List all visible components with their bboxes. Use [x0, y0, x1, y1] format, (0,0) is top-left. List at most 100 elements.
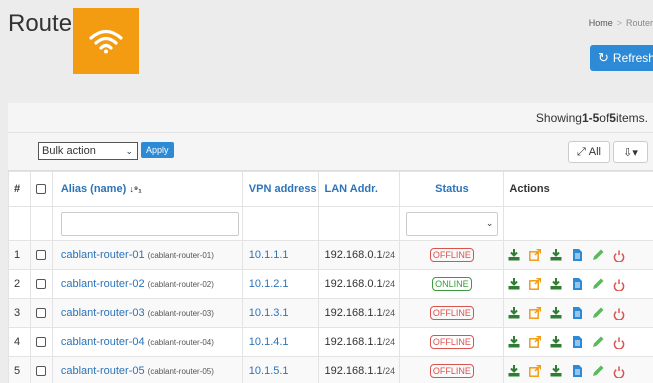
download-icon[interactable] [550, 336, 562, 348]
column-vpn-label[interactable]: VPN address [249, 183, 317, 195]
column-lan[interactable]: LAN Addr. [317, 171, 401, 207]
lan-address: 192.168.1.1 [324, 365, 383, 377]
status-cell: OFFLINE [399, 298, 505, 328]
router-alias-link[interactable]: cablant-router-05 [61, 365, 145, 377]
vpn-address-link[interactable]: 10.1.3.1 [249, 307, 289, 319]
actions-cell [503, 240, 653, 270]
edit-icon[interactable] [592, 365, 604, 377]
chevron-down-icon: ⌄ [485, 217, 494, 228]
lan-mask: /24 [382, 308, 396, 318]
row-checkbox[interactable] [35, 279, 46, 290]
status-badge: OFFLINE [429, 306, 474, 320]
export-button[interactable]: ⇩▾ [613, 141, 648, 163]
row-checkbox[interactable] [35, 308, 46, 319]
external-link-icon[interactable] [529, 278, 542, 290]
router-name: (cablant-router-03) [147, 309, 214, 318]
download-icon[interactable] [550, 249, 562, 261]
table-row: 1 cablant-router-01 (cablant-router-01) … [8, 240, 653, 270]
column-lan-label[interactable]: LAN Addr. [325, 183, 378, 195]
power-icon[interactable] [613, 307, 625, 320]
download-config-icon[interactable] [508, 307, 520, 319]
vpn-cell: 10.1.5.1 [241, 356, 319, 383]
vpn-address-link[interactable]: 10.1.1.1 [249, 249, 289, 261]
row-num: 4 [8, 327, 31, 357]
download-icon[interactable] [550, 307, 562, 319]
summary-total: 5 [609, 110, 616, 125]
power-icon[interactable] [613, 336, 625, 349]
summary-bar: Showing 1-5 of 5 items. [8, 103, 653, 133]
lan-address: 192.168.1.1 [324, 336, 383, 348]
router-alias-link[interactable]: cablant-router-02 [61, 278, 145, 290]
filter-cell [8, 206, 31, 241]
column-status[interactable]: Status [399, 171, 505, 207]
download-config-icon[interactable] [508, 336, 520, 348]
router-alias-link[interactable]: cablant-router-03 [61, 307, 145, 319]
router-alias-link[interactable]: cablant-router-01 [61, 249, 145, 261]
expand-icon: ⤢ [576, 145, 586, 158]
status-badge: OFFLINE [429, 364, 474, 378]
chevron-down-icon: ⌄ [125, 145, 133, 156]
vpn-cell: 10.1.2.1 [241, 269, 319, 299]
row-num: 3 [8, 298, 31, 328]
download-config-icon[interactable] [508, 365, 520, 377]
status-filter-select[interactable]: ⌄ [406, 211, 499, 236]
download-icon[interactable] [550, 365, 562, 377]
download-icon[interactable] [550, 278, 562, 290]
breadcrumb: Home > Router [589, 18, 653, 28]
breadcrumb-current: Router [625, 18, 653, 28]
external-link-icon[interactable] [529, 365, 542, 377]
power-icon[interactable] [613, 249, 625, 262]
column-vpn[interactable]: VPN address [241, 171, 319, 207]
external-link-icon[interactable] [529, 336, 542, 348]
download-config-icon[interactable] [508, 278, 520, 290]
column-status-label[interactable]: Status [435, 183, 469, 195]
bulk-action-select[interactable]: Bulk action ⌄ [38, 142, 138, 160]
apply-button[interactable]: Apply [141, 142, 174, 158]
row-num: 1 [8, 240, 31, 270]
alias-filter-input[interactable] [60, 211, 239, 236]
external-link-icon[interactable] [529, 249, 542, 261]
lan-address: 192.168.1.1 [324, 307, 383, 319]
row-checkbox[interactable] [35, 250, 46, 261]
select-all-checkbox[interactable] [35, 184, 46, 195]
select-all-cell [29, 171, 53, 207]
document-icon[interactable] [571, 336, 583, 348]
breadcrumb-home[interactable]: Home [589, 18, 613, 28]
row-actions [504, 365, 653, 378]
edit-icon[interactable] [592, 249, 604, 261]
edit-icon[interactable] [592, 278, 604, 290]
document-icon[interactable] [571, 365, 583, 377]
document-icon[interactable] [571, 278, 583, 290]
external-link-icon[interactable] [529, 307, 542, 319]
refresh-button[interactable]: ↻ Refresh [590, 45, 653, 71]
lan-mask: /24 [382, 366, 396, 376]
row-num: 2 [8, 269, 31, 299]
router-alias-link[interactable]: cablant-router-04 [61, 336, 145, 348]
row-actions [504, 307, 653, 320]
document-icon[interactable] [571, 249, 583, 261]
document-icon[interactable] [571, 307, 583, 319]
power-icon[interactable] [613, 365, 625, 378]
row-checkbox[interactable] [35, 337, 46, 348]
filter-cell: ⌄ [399, 206, 505, 241]
row-checkbox[interactable] [35, 366, 46, 377]
table-row: 3 cablant-router-03 (cablant-router-03) … [8, 298, 653, 328]
edit-icon[interactable] [592, 307, 604, 319]
show-all-button[interactable]: ⤢ All [568, 141, 610, 163]
column-alias-label[interactable]: Alias (name) [61, 183, 126, 195]
summary-range: 1-5 [581, 110, 600, 125]
alias-cell: cablant-router-05 (cablant-router-05) [51, 356, 243, 383]
edit-icon[interactable] [592, 336, 604, 348]
column-alias[interactable]: Alias (name) ↓⁹₁ [51, 171, 243, 207]
power-icon[interactable] [613, 278, 625, 291]
status-cell: OFFLINE [399, 356, 505, 383]
sort-icon: ↓⁹₁ [129, 184, 142, 194]
table-row: 5 cablant-router-05 (cablant-router-05) … [8, 356, 653, 383]
lan-cell: 192.168.1.1/24 [317, 356, 401, 383]
vpn-address-link[interactable]: 10.1.4.1 [249, 336, 289, 348]
vpn-cell: 10.1.4.1 [241, 327, 319, 357]
actions-cell [503, 269, 653, 299]
vpn-address-link[interactable]: 10.1.2.1 [249, 278, 289, 290]
download-config-icon[interactable] [508, 249, 520, 261]
vpn-address-link[interactable]: 10.1.5.1 [249, 365, 289, 377]
